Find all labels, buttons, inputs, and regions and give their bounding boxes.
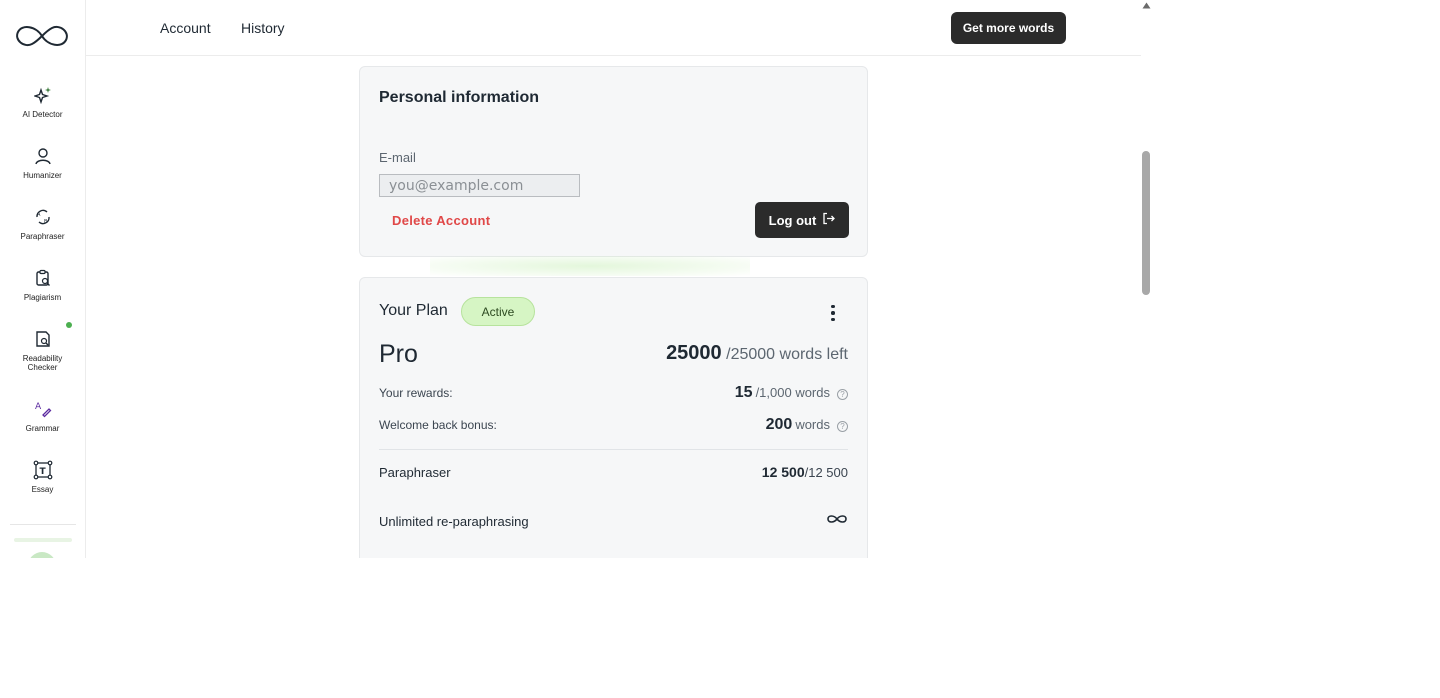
sidebar-item-label: Humanizer (23, 171, 62, 180)
sidebar-item-humanizer[interactable]: Humanizer (0, 143, 85, 193)
feature-label: Paraphraser (379, 464, 451, 480)
bonus-amount: 200 (765, 416, 793, 433)
new-indicator-dot (66, 322, 72, 328)
scrollbar-thumb[interactable] (1142, 151, 1150, 295)
sidebar-item-label: Plagiarism (23, 293, 62, 302)
feature-suffix: /12 500 (804, 465, 848, 480)
clipboard-search-icon (32, 267, 54, 289)
feature-amount: 12 500 (761, 464, 805, 480)
sidebar-item-label: Paraphraser (20, 232, 65, 241)
svg-text:A: A (37, 212, 41, 218)
sidebar-item-label: AI Detector (22, 110, 63, 119)
feature-row-paraphraser: Paraphraser 12 500/12 500 (379, 464, 848, 480)
tab-history[interactable]: History (241, 20, 285, 36)
words-total: /25000 words left (726, 346, 848, 363)
person-icon (32, 145, 54, 167)
svg-text:T: T (39, 467, 46, 477)
words-remaining: 25000 (666, 342, 722, 364)
personal-information-title: Personal information (379, 89, 540, 106)
scroll-up-arrow-icon[interactable] (1141, 2, 1152, 12)
doc-search-icon (32, 328, 54, 350)
sidebar-item-label: Essay (31, 485, 54, 494)
top-bar: Account History Get more words (86, 0, 1141, 56)
email-label: E-mail (379, 150, 416, 165)
sidebar-promo-pill (14, 538, 72, 542)
sidebar-item-grammar[interactable]: A Grammar (0, 396, 85, 446)
sidebar-item-readability-checker[interactable]: Readability Checker (0, 326, 85, 376)
grammar-icon: A (32, 398, 54, 420)
plan-name: Pro (379, 340, 418, 368)
sparkle-icon (32, 84, 54, 106)
feature-row-unlimited-reparaphrasing: Unlimited re-paraphrasing (379, 512, 848, 530)
plan-title: Your Plan (379, 302, 448, 319)
personal-information-card: Personal information E-mail Delete Accou… (359, 66, 868, 257)
sidebar-item-label: Readability Checker (22, 354, 63, 372)
logout-button[interactable]: Log out (755, 202, 849, 238)
app-viewport: AI Detector Humanizer AB Paraphraser Pla… (0, 0, 1152, 558)
logout-icon (822, 212, 836, 228)
paraphrase-icon: AB (32, 206, 54, 228)
get-more-words-button[interactable]: Get more words (951, 12, 1066, 44)
rewards-suffix: /1,000 words (755, 385, 830, 400)
sidebar-divider (10, 524, 76, 525)
divider (379, 449, 848, 450)
sidebar-item-paraphraser[interactable]: AB Paraphraser (0, 204, 85, 254)
sidebar-item-essay[interactable]: T Essay (0, 457, 85, 507)
bonus-value: 200 words ? (766, 416, 848, 434)
infinity-icon (826, 512, 848, 530)
text-frame-icon: T (32, 459, 54, 481)
decorative-glow (430, 256, 750, 276)
rewards-row: Your rewards: 15 /1,000 words ? (379, 384, 848, 402)
rewards-value: 15 /1,000 words ? (735, 384, 848, 402)
tab-account[interactable]: Account (160, 20, 211, 36)
help-icon[interactable]: ? (837, 389, 848, 400)
bonus-row: Welcome back bonus: 200 words ? (379, 416, 848, 434)
sidebar-item-label: Grammar (25, 424, 60, 433)
svg-text:B: B (44, 219, 48, 225)
plan-card: Your Plan Active Pro 25000 /25000 words … (359, 277, 868, 558)
sidebar: AI Detector Humanizer AB Paraphraser Pla… (0, 0, 86, 558)
help-icon[interactable]: ? (837, 421, 848, 432)
email-field[interactable] (379, 174, 580, 197)
avatar[interactable] (28, 552, 56, 558)
rewards-label: Your rewards: (379, 386, 453, 400)
infinity-logo[interactable] (10, 18, 74, 54)
words-left: 25000 /25000 words left (666, 342, 848, 365)
sidebar-item-plagiarism[interactable]: Plagiarism (0, 265, 85, 315)
logout-label: Log out (768, 212, 817, 228)
feature-value: 12 500/12 500 (762, 464, 848, 480)
bonus-suffix: words (795, 417, 830, 432)
bonus-label: Welcome back bonus: (379, 418, 497, 432)
sidebar-item-ai-detector[interactable]: AI Detector (0, 82, 85, 132)
delete-account-button[interactable]: Delete Account (392, 213, 490, 228)
svg-text:A: A (35, 402, 42, 412)
more-options-icon[interactable] (822, 302, 844, 324)
feature-label: Unlimited re-paraphrasing (379, 513, 529, 529)
rewards-amount: 15 (734, 384, 753, 401)
status-badge: Active (461, 297, 535, 326)
